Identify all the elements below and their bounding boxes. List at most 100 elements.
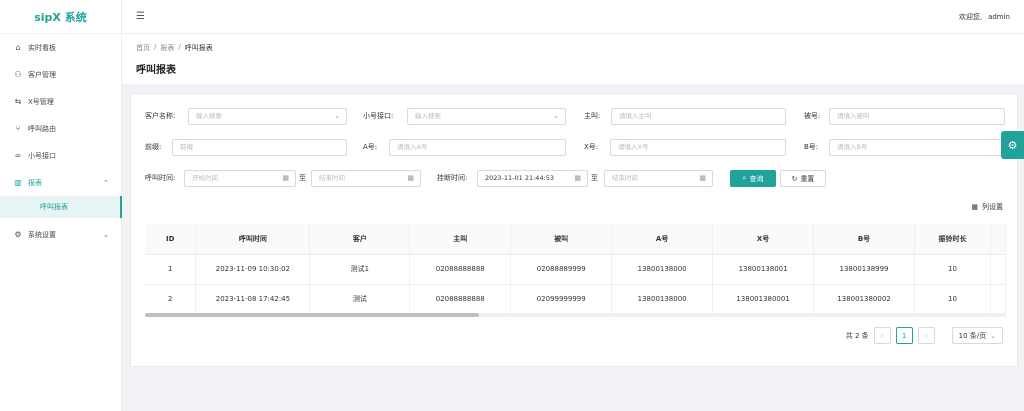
calendar-icon: ▦ <box>407 174 414 182</box>
call-start-picker[interactable]: 开始时间 ▦ <box>184 170 296 187</box>
scrollbar-thumb[interactable] <box>145 313 479 317</box>
breadcrumb-current: 呼叫报表 <box>184 44 213 52</box>
cell-overflow <box>990 254 1007 285</box>
cell-caller: 02088888888 <box>409 284 512 315</box>
cell-a-number: 13800138000 <box>611 284 714 315</box>
breadcrumb: 首页 / 报表 / 呼叫报表 <box>136 43 213 53</box>
port-label: 小号接口: <box>363 112 394 120</box>
pagination-total: 共 2 条 <box>845 331 869 340</box>
welcome-label: 欢迎您, <box>958 12 983 21</box>
cell-customer: 测试1 <box>309 254 411 285</box>
next-page-button[interactable]: › <box>917 327 935 344</box>
sidebar-item-x-numbers[interactable]: ⇆ X号管理 <box>0 88 121 115</box>
call-time-to: 至 <box>299 174 306 182</box>
sidebar-item-label: 系统设置 <box>28 230 56 239</box>
sidebar-subitem-call-report[interactable]: 呼叫报表 <box>0 196 122 218</box>
col-b-number: B号 <box>813 224 915 255</box>
chevron-up-icon: ⌃ <box>103 178 109 187</box>
cell-ring-duration: 10 <box>914 254 991 285</box>
page-header: 首页 / 报表 / 呼叫报表 呼叫报表 <box>122 34 1024 84</box>
col-a-number: A号 <box>611 224 714 255</box>
sidebar-item-customers[interactable]: ⚇ 客户管理 <box>0 61 121 88</box>
sidebar-item-label: 客户管理 <box>28 70 56 79</box>
col-callee: 被叫 <box>510 224 613 255</box>
call-time-label: 呼叫时间: <box>145 174 176 182</box>
customer-label: 客户名称: <box>145 112 176 120</box>
call-end-picker[interactable]: 结束时间 ▦ <box>311 170 421 187</box>
user-name[interactable]: admin <box>988 13 1010 21</box>
column-settings-button[interactable]: ▦ 列设置 <box>971 202 1003 212</box>
b-number-input[interactable]: 请填入B号 <box>829 139 1005 156</box>
sidebar-item-dashboard[interactable]: ⌂ 实时看板 <box>0 34 121 61</box>
prev-page-button[interactable]: ‹ <box>873 327 891 344</box>
cell-id: 2 <box>145 284 197 315</box>
cell-b-number: 138001380002 <box>813 284 915 315</box>
gear-icon: ⚙ <box>14 230 22 239</box>
page-number-button[interactable]: 1 <box>895 327 913 344</box>
breadcrumb-reports[interactable]: 报表 <box>160 43 174 53</box>
table-row[interactable]: 1 2023-11-09 10:30:02 测试1 02088888888 02… <box>145 254 1007 285</box>
cell-x-number: 13800138001 <box>712 254 815 285</box>
pagination: 共 2 条 ‹ 1 › 10 条/页 ⌄ <box>846 327 1003 344</box>
cell-a-number: 13800138000 <box>611 254 714 285</box>
top-header: ☰ 欢迎您, admin <box>122 0 1024 34</box>
a-number-input[interactable]: 请填入A号 <box>389 139 566 156</box>
sidebar-item-label: 报表 <box>28 178 42 187</box>
chevron-down-icon: ⌄ <box>103 230 109 239</box>
breadcrumb-home[interactable]: 首页 <box>136 43 150 53</box>
port-select[interactable]: 输入搜索 ⌄ <box>407 108 566 125</box>
cell-call-time: 2023-11-08 17:42:45 <box>195 284 311 315</box>
sidebar-item-port-api[interactable]: ∞ 小号接口 <box>0 142 121 169</box>
columns-icon: ▦ <box>971 203 978 211</box>
prefix-input[interactable]: 前缀 <box>172 139 347 156</box>
sidebar: sipX 系统 ⌂ 实时看板 ⚇ 客户管理 ⇆ X号管理 ⑂ 呼叫路由 ∞ 小号… <box>0 0 122 411</box>
sidebar-item-label: 呼叫路由 <box>28 124 56 133</box>
menu-toggle-icon[interactable]: ☰ <box>136 11 145 22</box>
home-icon: ⌂ <box>15 43 21 52</box>
hangup-time-label: 挂断时间: <box>437 174 468 182</box>
a-number-label: A号: <box>363 143 378 151</box>
caller-label: 主叫: <box>584 112 601 120</box>
calendar-icon: ▦ <box>699 174 706 182</box>
hangup-end-picker[interactable]: 结束时间 ▦ <box>604 170 713 187</box>
sidebar-item-settings[interactable]: ⚙ 系统设置 ⌄ <box>0 221 121 248</box>
col-caller: 主叫 <box>409 224 512 255</box>
x-number-input[interactable]: 请填入X号 <box>610 139 786 156</box>
cell-customer: 测试 <box>309 284 411 315</box>
refresh-icon: ↻ <box>791 174 798 183</box>
x-number-label: X号: <box>584 143 599 151</box>
cell-callee: 02088889999 <box>510 254 613 285</box>
prefix-label: 前缀: <box>145 143 162 151</box>
sidebar-item-reports[interactable]: ▥ 报表 ⌃ <box>0 169 121 196</box>
hangup-start-picker[interactable]: 2023-11-01 21:44:53 ▦ <box>477 170 588 187</box>
cell-b-number: 13800138999 <box>813 254 915 285</box>
customer-select[interactable]: 输入搜索 ⌄ <box>188 108 347 125</box>
col-ring-duration: 振铃时长 <box>914 224 991 255</box>
chart-icon: ▥ <box>14 178 22 187</box>
query-button[interactable]: ⌕ 查询 <box>730 170 776 187</box>
hangup-time-to: 至 <box>591 174 598 182</box>
call-report-table: ID 呼叫时间 客户 主叫 被叫 A号 X号 B号 振铃时长 1 2023-11… <box>145 224 1007 315</box>
page-size-select[interactable]: 10 条/页 ⌄ <box>951 327 1003 344</box>
calendar-icon: ▦ <box>282 174 289 182</box>
cell-call-time: 2023-11-09 10:30:02 <box>195 254 311 285</box>
settings-float-gear-icon[interactable]: ⚙ <box>1001 131 1024 159</box>
sidebar-item-label: X号管理 <box>28 97 54 106</box>
caller-input[interactable]: 请填入主叫 <box>611 108 786 125</box>
app-logo: sipX 系统 <box>0 0 121 34</box>
callee-input[interactable]: 请填入被叫 <box>829 108 1005 125</box>
cell-ring-duration: 10 <box>914 284 991 315</box>
col-customer: 客户 <box>309 224 411 255</box>
chevron-down-icon: ⌄ <box>334 112 340 120</box>
table-horizontal-scrollbar[interactable] <box>145 313 1006 317</box>
cell-x-number: 138001380001 <box>712 284 815 315</box>
col-call-time: 呼叫时间 <box>195 224 311 255</box>
col-id: ID <box>145 224 197 255</box>
welcome-text: 欢迎您, admin <box>959 12 1010 22</box>
table-row[interactable]: 2 2023-11-08 17:42:45 测试 02088888888 020… <box>145 284 1007 315</box>
cell-callee: 02099999999 <box>510 284 613 315</box>
reset-button[interactable]: ↻ 重置 <box>780 170 826 187</box>
cell-id: 1 <box>145 254 197 285</box>
sidebar-item-call-routing[interactable]: ⑂ 呼叫路由 <box>0 115 121 142</box>
branch-icon: ⑂ <box>15 124 21 133</box>
